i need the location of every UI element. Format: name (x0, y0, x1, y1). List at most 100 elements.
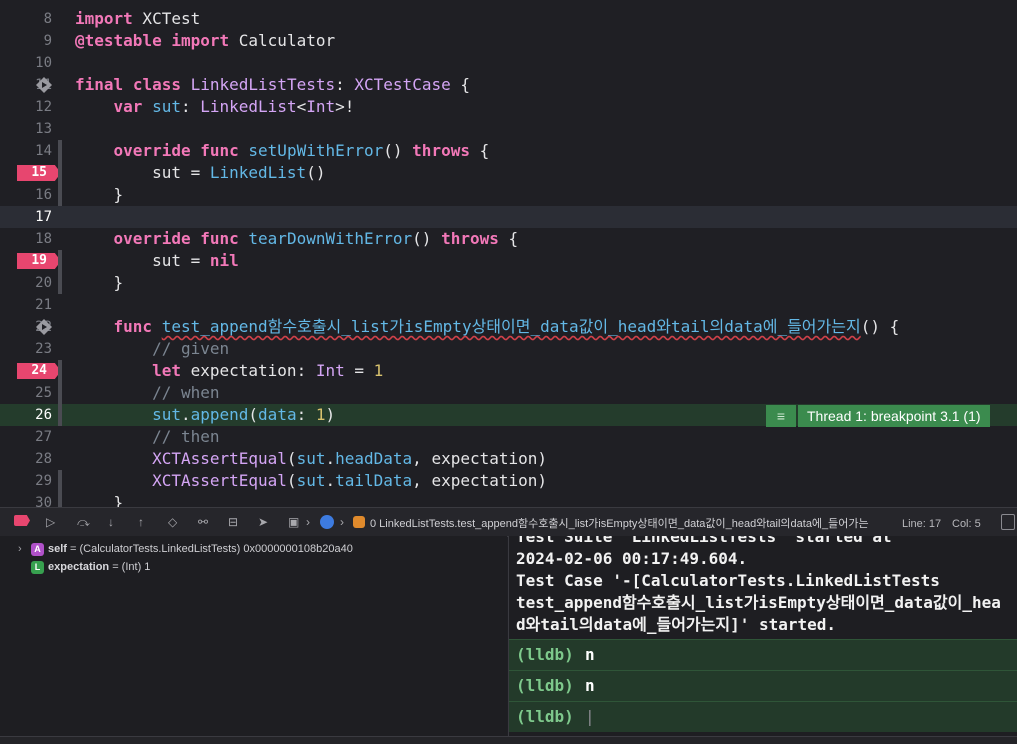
console-output-line: test_append함수호출시_list가isEmpty상태이면_data값이… (516, 593, 1001, 612)
lldb-prompt: (lldb) (516, 676, 574, 695)
line-number: 23 (35, 341, 52, 357)
frame-icon[interactable] (353, 516, 365, 528)
chevron-right-icon: › (306, 515, 310, 529)
breakpoint-marker[interactable]: 15 (17, 165, 61, 181)
line-number: 9 (43, 33, 52, 49)
code-line[interactable]: 24 let expectation: Int = 1 (0, 360, 1017, 382)
variable-kind-badge: A (31, 542, 44, 556)
line-number: 17 (35, 209, 52, 225)
col-indicator: Col: 5 (952, 518, 981, 530)
variable-row[interactable]: › Aself = (CalculatorTests.LinkedListTest… (18, 541, 353, 557)
code-text: XCTAssertEqual(sut.headData, expectation… (152, 449, 548, 468)
lldb-command: | (585, 707, 595, 726)
code-line[interactable]: 11final class LinkedListTests: XCTestCas… (0, 74, 1017, 96)
code-text: sut = LinkedList() (75, 163, 326, 182)
step-out-icon[interactable]: ↑ (138, 514, 144, 530)
code-line[interactable]: 12 var sut: LinkedList<Int>! (0, 96, 1017, 118)
change-indicator-bar (58, 250, 62, 294)
code-line[interactable]: 25 // when (0, 382, 1017, 404)
line-number: 29 (35, 473, 52, 489)
console-output-line: Test Case '-[CalculatorTests.LinkedListT… (516, 571, 940, 590)
code-editor[interactable]: 8 import XCTest 9 @testable import Calculat… (0, 0, 1017, 507)
code-line[interactable]: 10 (0, 52, 1017, 74)
code-line[interactable]: 29 XCTAssertEqual(sut.tailData, expectat… (0, 470, 1017, 492)
code-line[interactable]: 23 // given (0, 338, 1017, 360)
thread-icon[interactable] (320, 515, 334, 529)
code-line[interactable]: 16 } (0, 184, 1017, 206)
line-number: 27 (35, 429, 52, 445)
thread-breakpoint-badge[interactable]: ≡ Thread 1: breakpoint 3.1 (1) (766, 405, 990, 427)
variables-view: › Aself = (CalculatorTests.LinkedListTest… (0, 536, 507, 736)
run-test-diamond-icon[interactable] (36, 319, 52, 335)
variable-kind-badge: L (31, 560, 44, 574)
lldb-prompt: (lldb) (516, 707, 574, 726)
console-output-line: 2024-02-06 00:17:49.604. (516, 549, 748, 568)
breakpoint-line-number: 19 (31, 253, 47, 268)
change-indicator-bar (58, 470, 62, 507)
continue-icon[interactable]: ▷ (46, 514, 55, 530)
variable-value: = (Int) 1 (109, 561, 151, 573)
variable-name: expectation (48, 561, 110, 573)
code-line[interactable]: 18 override func tearDownWithError() thr… (0, 228, 1017, 250)
run-test-diamond-icon[interactable] (36, 77, 52, 93)
line-number: 10 (35, 55, 52, 71)
stack-frame-path[interactable]: 0 LinkedListTests.test_append함수호출시_list가… (370, 516, 885, 532)
lldb-prompt-row[interactable]: (lldb) | (509, 701, 1017, 732)
panel-toggle-icon[interactable] (1001, 514, 1015, 530)
code-text: } (75, 273, 124, 292)
breakpoint-line-number: 24 (31, 363, 47, 378)
code-line[interactable]: 30 } (0, 492, 1017, 507)
step-into-icon[interactable]: ↓ (108, 514, 114, 530)
code-text: sut.append(data: 1) (152, 405, 336, 424)
code-text: override func setUpWithError() throws { (113, 141, 490, 160)
lldb-command: n (585, 676, 595, 695)
memory-graph-icon[interactable]: ⚯ (198, 514, 208, 530)
breakpoints-toggle-icon[interactable] (14, 515, 30, 526)
code-text: @testable import Calculator (75, 31, 336, 50)
environment-icon[interactable]: ⊟ (228, 514, 238, 530)
code-line[interactable]: 17 (0, 206, 1017, 228)
code-line[interactable]: 9 @testable import Calculator (0, 30, 1017, 52)
code-text: import XCTest (75, 9, 201, 28)
code-line[interactable]: 22 func test_append함수호출시_list가isEmpty상태이… (0, 316, 1017, 338)
location-icon[interactable]: ➤ (258, 514, 268, 530)
app-icon[interactable]: ▣ (288, 514, 299, 530)
console-output-line: Test Suite 'LinkedListTests' started at (516, 536, 892, 546)
lldb-command: n (585, 645, 595, 664)
lldb-prompt-row[interactable]: (lldb) n (509, 670, 1017, 701)
code-text: sut = nil (75, 251, 239, 270)
code-line[interactable]: 19 sut = nil (0, 250, 1017, 272)
view-hierarchy-icon[interactable]: ◇ (168, 514, 177, 530)
code-line[interactable]: 14 override func setUpWithError() throws… (0, 140, 1017, 162)
code-line[interactable]: 28 XCTAssertEqual(sut.headData, expectat… (0, 448, 1017, 470)
list-icon[interactable]: ≡ (766, 405, 796, 427)
line-indicator: Line: 17 (902, 518, 942, 530)
line-number: 28 (35, 451, 52, 467)
code-line[interactable]: 13 (0, 118, 1017, 140)
variable-row[interactable]: Lexpectation = (Int) 1 (18, 559, 150, 575)
code-line[interactable]: 15 sut = LinkedList() (0, 162, 1017, 184)
code-line[interactable]: 20 } (0, 272, 1017, 294)
breakpoint-line-number: 15 (31, 165, 47, 180)
thread-badge-label: Thread 1: breakpoint 3.1 (1) (798, 405, 990, 427)
line-number: 8 (43, 11, 52, 27)
variable-name: self (48, 543, 67, 555)
lldb-console[interactable]: Test Suite 'LinkedListTests' started at 2… (508, 536, 1017, 736)
line-number: 26 (35, 407, 52, 423)
console-output-line: d와tail의data에_들어가는지]' started. (516, 615, 837, 634)
code-text: XCTAssertEqual(sut.tailData, expectation… (152, 471, 548, 490)
breakpoint-marker[interactable]: 24 (17, 363, 61, 379)
line-number: 14 (35, 143, 52, 159)
code-text: // then (75, 427, 220, 446)
chevron-right-icon-2: › (340, 515, 344, 529)
code-line[interactable]: 21 (0, 294, 1017, 316)
code-line[interactable]: 8 import XCTest (0, 8, 1017, 30)
step-over-icon[interactable]: ⤼ (77, 514, 90, 530)
line-number: 12 (35, 99, 52, 115)
lldb-prompt-row[interactable]: (lldb) n (509, 639, 1017, 670)
code-text: // when (75, 383, 220, 402)
breakpoint-marker[interactable]: 19 (17, 253, 61, 269)
line-number: 30 (35, 495, 52, 507)
expand-chevron-icon[interactable]: › (18, 541, 31, 557)
code-line[interactable]: 27 // then (0, 426, 1017, 448)
